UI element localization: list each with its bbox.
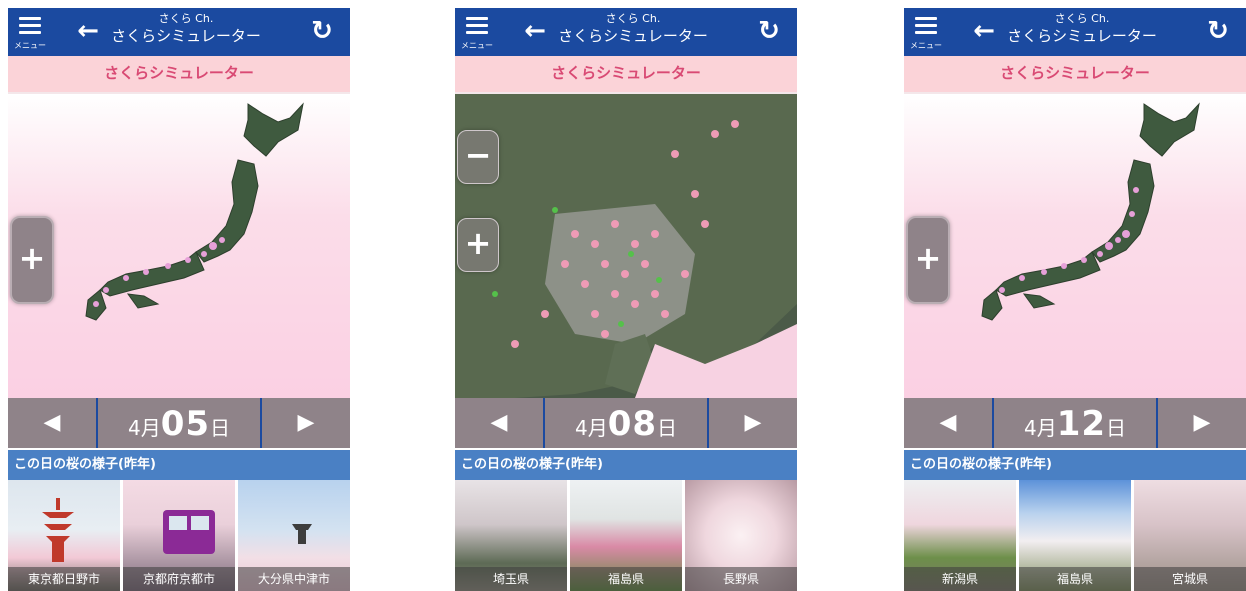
photo-caption: 福島県 xyxy=(570,567,682,591)
menu-button[interactable]: メニュー xyxy=(908,12,944,54)
screen-2: メニュー ← さくら Ch. さくらシミュレーター ↻ さくらシミュレーター −… xyxy=(455,8,797,591)
section-title: この日の桜の様子(昨年) xyxy=(455,450,797,480)
date-month: 4月 xyxy=(1023,416,1057,440)
photo-strip: 東京都日野市 京都府京都市 大分県中津市 xyxy=(8,480,350,591)
prev-day-button[interactable]: ◀ xyxy=(455,398,543,448)
zoom-in-button[interactable]: + xyxy=(906,216,950,304)
menu-label: メニュー xyxy=(910,41,942,50)
tram-image xyxy=(163,510,215,554)
app-header: メニュー ← さくら Ch. さくらシミュレーター ↻ xyxy=(455,8,797,56)
prev-day-button[interactable]: ◀ xyxy=(8,398,96,448)
photo-caption: 新潟県 xyxy=(904,567,1016,591)
photo-tile[interactable]: 東京都日野市 xyxy=(8,480,120,591)
subheader-title: さくらシミュレーター xyxy=(455,56,797,94)
menu-button[interactable]: メニュー xyxy=(459,12,495,54)
header-title: さくら Ch. さくらシミュレーター xyxy=(1002,12,1162,46)
reload-icon[interactable]: ↻ xyxy=(308,16,336,46)
reload-icon[interactable]: ↻ xyxy=(755,16,783,46)
date-bar: ◀ 4月08日 ▶ xyxy=(455,398,797,448)
zoom-in-button[interactable]: + xyxy=(10,216,54,304)
menu-label: メニュー xyxy=(461,41,493,50)
photo-tile[interactable]: 新潟県 xyxy=(904,480,1016,591)
back-arrow-icon[interactable]: ← xyxy=(970,16,998,46)
hamburger-icon xyxy=(466,17,488,35)
photo-caption: 東京都日野市 xyxy=(8,567,120,591)
zoom-out-button[interactable]: − xyxy=(457,130,499,184)
page-title: さくらシミュレーター xyxy=(111,27,261,45)
photo-tile[interactable]: 長野県 xyxy=(685,480,797,591)
photo-caption: 埼玉県 xyxy=(455,567,567,591)
back-arrow-icon[interactable]: ← xyxy=(74,16,102,46)
japan-map[interactable]: + xyxy=(8,94,350,398)
date-display: 4月05日 xyxy=(96,398,262,448)
date-bar: ◀ 4月05日 ▶ xyxy=(8,398,350,448)
screen-3: メニュー ← さくら Ch. さくらシミュレーター ↻ さくらシミュレーター + xyxy=(904,8,1246,591)
photo-caption: 宮城県 xyxy=(1134,567,1246,591)
header-title: さくら Ch. さくらシミュレーター xyxy=(553,12,713,46)
photo-caption: 京都府京都市 xyxy=(123,567,235,591)
screen-1: メニュー ← さくら Ch. さくらシミュレーター ↻ さくらシミュレーター + xyxy=(8,8,350,591)
back-arrow-icon[interactable]: ← xyxy=(521,16,549,46)
menu-button[interactable]: メニュー xyxy=(12,12,48,54)
next-day-button[interactable]: ▶ xyxy=(262,398,350,448)
photo-tile[interactable]: 福島県 xyxy=(1019,480,1131,591)
photo-strip: 埼玉県 福島県 長野県 xyxy=(455,480,797,591)
photo-tile[interactable]: 大分県中津市 xyxy=(238,480,350,591)
pagoda-image xyxy=(42,498,74,562)
date-display: 4月08日 xyxy=(543,398,709,448)
hamburger-icon xyxy=(915,17,937,35)
section-title: この日の桜の様子(昨年) xyxy=(904,450,1246,480)
japan-map-graphic xyxy=(85,102,304,321)
date-day: 05 xyxy=(160,404,211,444)
menu-label: メニュー xyxy=(14,41,46,50)
page-title: さくらシミュレーター xyxy=(558,27,708,45)
date-bar: ◀ 4月12日 ▶ xyxy=(904,398,1246,448)
next-day-button[interactable]: ▶ xyxy=(1158,398,1246,448)
date-day: 08 xyxy=(607,404,658,444)
photo-tile[interactable]: 埼玉県 xyxy=(455,480,567,591)
date-day-unit: 日 xyxy=(657,416,678,440)
header-title: さくら Ch. さくらシミュレーター xyxy=(106,12,266,46)
date-day-unit: 日 xyxy=(1106,416,1127,440)
photo-tile[interactable]: 京都府京都市 xyxy=(123,480,235,591)
date-day: 12 xyxy=(1056,404,1107,444)
subheader-title: さくらシミュレーター xyxy=(904,56,1246,94)
subheader-title: さくらシミュレーター xyxy=(8,56,350,94)
channel-name: さくら Ch. xyxy=(158,12,214,25)
date-display: 4月12日 xyxy=(992,398,1158,448)
kanto-map[interactable]: − + xyxy=(455,94,797,398)
photo-caption: 大分県中津市 xyxy=(238,567,350,591)
zoom-in-button[interactable]: + xyxy=(457,218,499,272)
page-title: さくらシミュレーター xyxy=(1007,27,1157,45)
date-day-unit: 日 xyxy=(210,416,231,440)
japan-map-graphic xyxy=(981,102,1200,321)
kanto-map-graphic xyxy=(455,94,797,398)
photo-caption: 福島県 xyxy=(1019,567,1131,591)
hamburger-icon xyxy=(19,17,41,35)
app-header: メニュー ← さくら Ch. さくらシミュレーター ↻ xyxy=(904,8,1246,56)
japan-map[interactable]: + xyxy=(904,94,1246,398)
castle-image xyxy=(292,524,312,544)
reload-icon[interactable]: ↻ xyxy=(1204,16,1232,46)
date-month: 4月 xyxy=(127,416,161,440)
photo-caption: 長野県 xyxy=(685,567,797,591)
prev-day-button[interactable]: ◀ xyxy=(904,398,992,448)
next-day-button[interactable]: ▶ xyxy=(709,398,797,448)
channel-name: さくら Ch. xyxy=(605,12,661,25)
section-title: この日の桜の様子(昨年) xyxy=(8,450,350,480)
photo-strip: 新潟県 福島県 宮城県 xyxy=(904,480,1246,591)
photo-tile[interactable]: 宮城県 xyxy=(1134,480,1246,591)
date-month: 4月 xyxy=(574,416,608,440)
channel-name: さくら Ch. xyxy=(1054,12,1110,25)
photo-tile[interactable]: 福島県 xyxy=(570,480,682,591)
app-header: メニュー ← さくら Ch. さくらシミュレーター ↻ xyxy=(8,8,350,56)
